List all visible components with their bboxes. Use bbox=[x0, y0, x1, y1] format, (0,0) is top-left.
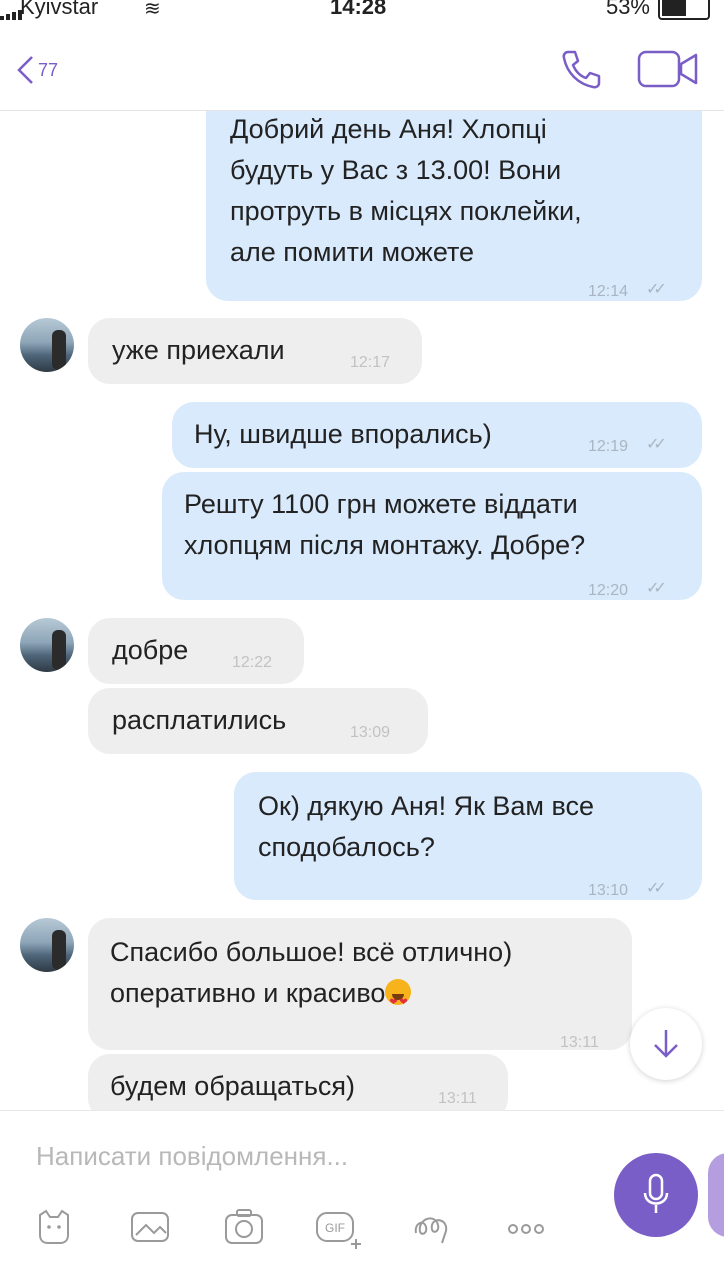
battery-percent: 53% bbox=[605, 0, 650, 19]
battery-icon bbox=[658, 0, 710, 20]
outgoing-message[interactable]: Добрий день Аня! Хлопці будуть у Вас з 1… bbox=[206, 111, 702, 301]
message-time: 12:14 bbox=[588, 283, 629, 300]
message-text: хлопцям після монтажу. Добре? bbox=[184, 530, 586, 560]
star-struck-emoji-icon bbox=[385, 979, 412, 1023]
status-bar: Kyivstar ≋ 14:28 53% bbox=[0, 0, 724, 20]
arrow-down-icon bbox=[654, 1030, 678, 1058]
message-text: будем обращаться) bbox=[110, 1071, 356, 1101]
read-ticks-icon: ✓✓ bbox=[646, 281, 667, 298]
microphone-button[interactable] bbox=[614, 1153, 698, 1237]
message-time: 13:11 bbox=[438, 1090, 477, 1107]
message-time: 12:20 bbox=[588, 582, 629, 599]
message-text: але помити можете bbox=[230, 237, 475, 267]
message-text: добре bbox=[112, 635, 189, 665]
unread-count: 77 bbox=[38, 59, 59, 80]
read-ticks-icon: ✓✓ bbox=[646, 436, 667, 453]
avatar[interactable] bbox=[20, 918, 74, 972]
secondary-action-button[interactable] bbox=[708, 1153, 724, 1237]
incoming-message[interactable]: уже приехали 12:17 bbox=[88, 318, 422, 384]
sticker-icon[interactable] bbox=[34, 1207, 74, 1247]
avatar[interactable] bbox=[20, 618, 74, 672]
incoming-message[interactable]: добре 12:22 bbox=[88, 618, 304, 684]
message-text: расплатились bbox=[112, 705, 287, 735]
back-button[interactable]: 77 bbox=[14, 50, 58, 90]
read-ticks-icon: ✓✓ bbox=[646, 880, 667, 897]
chevron-left-icon bbox=[17, 56, 33, 84]
message-time: 12:17 bbox=[350, 354, 391, 371]
message-text: будуть у Вас з 13.00! Вони bbox=[230, 155, 562, 185]
scroll-to-bottom-button[interactable] bbox=[630, 1008, 702, 1080]
camera-icon[interactable] bbox=[222, 1207, 266, 1247]
phone-icon[interactable] bbox=[558, 46, 604, 92]
message-text: уже приехали bbox=[112, 335, 285, 365]
message-text: оперативно и красиво bbox=[110, 978, 386, 1008]
wifi-icon: ≋ bbox=[144, 0, 161, 20]
read-ticks-icon: ✓✓ bbox=[646, 580, 667, 597]
incoming-message[interactable]: расплатились 13:09 bbox=[88, 688, 428, 754]
gif-icon[interactable]: GIF bbox=[314, 1207, 364, 1249]
message-time: 12:19 bbox=[588, 438, 629, 455]
message-time: 13:10 bbox=[588, 882, 629, 899]
message-input[interactable]: Написати повідомлення... bbox=[36, 1141, 348, 1172]
svg-text:GIF: GIF bbox=[325, 1221, 345, 1235]
message-text: Спасибо большое! всё отлично) bbox=[110, 937, 513, 967]
microphone-icon bbox=[643, 1173, 669, 1213]
outgoing-message[interactable]: Решту 1100 грн можете віддати хлопцям пі… bbox=[162, 472, 702, 600]
chat-header: 77 bbox=[0, 20, 724, 111]
outgoing-message[interactable]: Ну, швидше впорались) 12:19 ✓✓ bbox=[172, 402, 702, 468]
avatar[interactable] bbox=[20, 318, 74, 372]
message-time: 12:22 bbox=[232, 654, 273, 671]
message-composer: Написати повідомлення... GIF bbox=[0, 1110, 724, 1279]
outgoing-message[interactable]: Ок) дякую Аня! Як Вам все сподобалось? 1… bbox=[234, 772, 702, 900]
message-list[interactable]: Добрий день Аня! Хлопці будуть у Вас з 1… bbox=[0, 111, 724, 1110]
doodle-icon[interactable] bbox=[410, 1207, 454, 1247]
more-icon[interactable] bbox=[504, 1207, 548, 1247]
video-camera-icon[interactable] bbox=[636, 48, 700, 90]
message-text: Ну, швидше впорались) bbox=[194, 419, 492, 449]
message-text: Ок) дякую Аня! Як Вам все bbox=[258, 791, 595, 821]
message-text: Решту 1100 грн можете віддати bbox=[184, 489, 578, 519]
message-time: 13:09 bbox=[350, 724, 391, 741]
message-text: Добрий день Аня! Хлопці bbox=[230, 114, 547, 144]
message-text: протруть в місцях поклейки, bbox=[230, 196, 582, 226]
incoming-message[interactable]: Спасибо большое! всё отлично) оперативно… bbox=[88, 918, 632, 1051]
carrier-name: Kyivstar bbox=[20, 0, 99, 19]
status-time: 14:28 bbox=[330, 0, 387, 19]
message-time: 13:11 bbox=[560, 1034, 599, 1051]
message-text: сподобалось? bbox=[258, 832, 435, 862]
incoming-message[interactable]: будем обращаться) 13:11 bbox=[88, 1054, 508, 1110]
gallery-icon[interactable] bbox=[128, 1207, 172, 1247]
